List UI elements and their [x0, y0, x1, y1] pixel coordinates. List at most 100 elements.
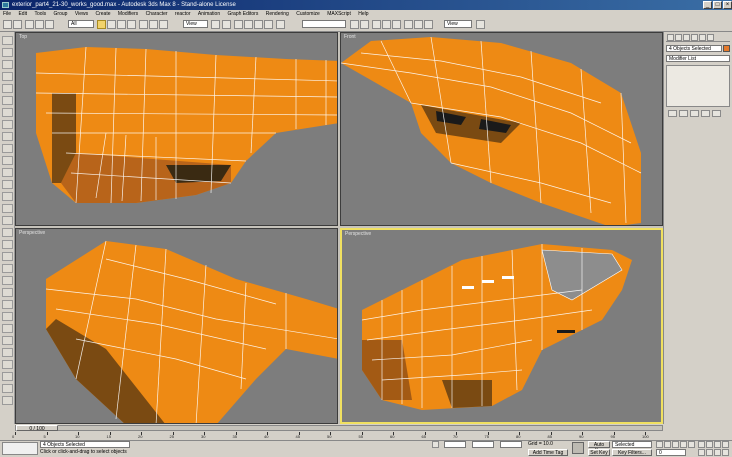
orbit-icon[interactable] — [714, 449, 721, 456]
viewport-top[interactable]: Top — [15, 32, 338, 226]
menu-character[interactable]: Character — [146, 11, 168, 17]
menu-customize[interactable]: Customize — [296, 11, 320, 17]
time-slider-thumb[interactable]: 0 / 100 — [16, 425, 58, 432]
add-time-tag-button[interactable]: Add Time Tag — [528, 449, 568, 456]
play-icon[interactable] — [672, 441, 679, 448]
tool-icon-23[interactable] — [2, 300, 13, 309]
menu-views[interactable]: Views — [75, 11, 88, 17]
goto-end-icon[interactable] — [688, 441, 695, 448]
render-type-dropdown[interactable]: View — [444, 20, 472, 28]
edit-named-selection-icon[interactable] — [276, 20, 285, 29]
align-icon[interactable] — [360, 20, 369, 29]
viewport-label-perspective-left[interactable]: Perspective — [19, 230, 45, 236]
menu-reactor[interactable]: reactor — [175, 11, 191, 17]
maximize-button[interactable]: □ — [713, 1, 722, 9]
viewport-perspective-left[interactable]: Perspective — [15, 228, 338, 424]
key-mode-dropdown[interactable]: Selected — [612, 441, 652, 448]
render-scene-icon[interactable] — [414, 20, 423, 29]
utilities-tab-icon[interactable] — [707, 34, 714, 41]
tool-icon-28[interactable] — [2, 360, 13, 369]
zoom-icon[interactable] — [698, 441, 705, 448]
select-rotate-icon[interactable] — [149, 20, 158, 29]
menu-rendering[interactable]: Rendering — [266, 11, 289, 17]
pin-stack-icon[interactable] — [668, 110, 677, 117]
angle-snap-icon[interactable] — [244, 20, 253, 29]
layer-manager-icon[interactable] — [372, 20, 381, 29]
viewport-perspective-active[interactable]: Perspective — [340, 228, 663, 424]
make-unique-icon[interactable] — [690, 110, 699, 117]
tool-icon-26[interactable] — [2, 336, 13, 345]
render-last-icon[interactable] — [476, 20, 485, 29]
previous-frame-icon[interactable] — [664, 441, 671, 448]
tool-icon-24[interactable] — [2, 312, 13, 321]
pan-icon[interactable] — [706, 449, 713, 456]
tool-icon-5[interactable] — [2, 84, 13, 93]
menu-animation[interactable]: Animation — [198, 11, 220, 17]
maximize-viewport-icon[interactable] — [722, 449, 729, 456]
viewport-label-top[interactable]: Top — [19, 34, 27, 40]
select-by-name-icon[interactable] — [107, 20, 116, 29]
tool-icon-14[interactable] — [2, 192, 13, 201]
tool-icon-11[interactable] — [2, 156, 13, 165]
tool-icon-6[interactable] — [2, 96, 13, 105]
goto-start-icon[interactable] — [656, 441, 663, 448]
tool-icon-18[interactable] — [2, 240, 13, 249]
window-crossing-icon[interactable] — [127, 20, 136, 29]
reference-coordinate-dropdown[interactable]: View — [183, 20, 208, 28]
tool-icon-16[interactable] — [2, 216, 13, 225]
tool-icon-3[interactable] — [2, 60, 13, 69]
tool-icon-7[interactable] — [2, 108, 13, 117]
display-tab-icon[interactable] — [699, 34, 706, 41]
select-scale-icon[interactable] — [159, 20, 168, 29]
tool-icon-27[interactable] — [2, 348, 13, 357]
tool-icon-22[interactable] — [2, 288, 13, 297]
remove-modifier-icon[interactable] — [701, 110, 710, 117]
configure-modifier-sets-icon[interactable] — [712, 110, 721, 117]
spinner-snap-icon[interactable] — [264, 20, 273, 29]
unlink-icon[interactable] — [35, 20, 44, 29]
tool-icon-25[interactable] — [2, 324, 13, 333]
tool-icon-15[interactable] — [2, 204, 13, 213]
percent-snap-icon[interactable] — [254, 20, 263, 29]
lock-selection-icon[interactable] — [432, 441, 439, 448]
tool-icon-13[interactable] — [2, 180, 13, 189]
modifier-stack[interactable] — [666, 65, 730, 107]
x-coordinate-field[interactable] — [444, 441, 466, 448]
named-selection-dropdown[interactable] — [302, 20, 346, 28]
modify-tab-icon[interactable] — [675, 34, 682, 41]
menu-file[interactable]: File — [3, 11, 11, 17]
tool-icon-21[interactable] — [2, 276, 13, 285]
tool-icon-30[interactable] — [2, 384, 13, 393]
tool-icon-4[interactable] — [2, 72, 13, 81]
tool-icon-12[interactable] — [2, 168, 13, 177]
bind-space-warp-icon[interactable] — [45, 20, 54, 29]
set-key-button[interactable]: Set Key — [588, 449, 610, 456]
hierarchy-tab-icon[interactable] — [683, 34, 690, 41]
material-editor-icon[interactable] — [404, 20, 413, 29]
minimize-button[interactable]: _ — [703, 1, 712, 9]
tool-icon-20[interactable] — [2, 264, 13, 273]
zoom-extents-all-icon[interactable] — [722, 441, 729, 448]
menu-edit[interactable]: Edit — [18, 11, 27, 17]
object-color-swatch[interactable] — [723, 45, 730, 52]
current-frame-field[interactable]: 0 — [656, 449, 686, 456]
viewport-front[interactable]: Front — [340, 32, 663, 226]
menu-help[interactable]: Help — [358, 11, 368, 17]
tool-icon-9[interactable] — [2, 132, 13, 141]
modifier-list-dropdown[interactable]: Modifier List — [666, 55, 730, 62]
track-bar-ticks[interactable]: 0 5 10 15 20 25 30 35 40 45 50 55 60 65 70 75 80 85 90 95 10… — [12, 432, 649, 440]
selection-filter-dropdown[interactable]: All — [68, 20, 94, 28]
maxscript-listener-mini[interactable] — [2, 442, 38, 455]
show-end-result-icon[interactable] — [679, 110, 688, 117]
viewport-label-front[interactable]: Front — [344, 34, 356, 40]
tool-icon-31[interactable] — [2, 396, 13, 405]
next-frame-icon[interactable] — [680, 441, 687, 448]
menu-modifiers[interactable]: Modifiers — [118, 11, 138, 17]
menu-create[interactable]: Create — [95, 11, 110, 17]
tool-icon-8[interactable] — [2, 120, 13, 129]
tool-icon-2[interactable] — [2, 48, 13, 57]
select-manipulate-icon[interactable] — [222, 20, 231, 29]
y-coordinate-field[interactable] — [472, 441, 494, 448]
menu-graph-editors[interactable]: Graph Editors — [228, 11, 259, 17]
redo-icon[interactable] — [13, 20, 22, 29]
